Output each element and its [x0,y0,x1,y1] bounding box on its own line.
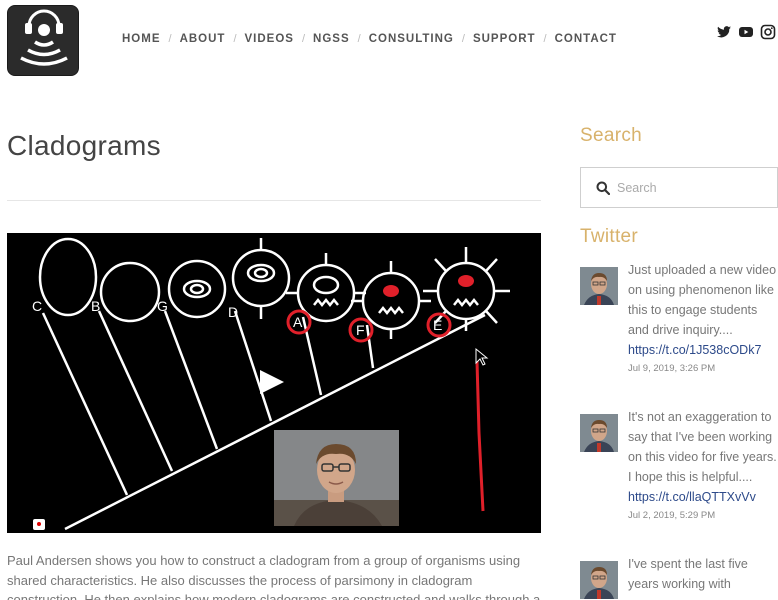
nav-videos[interactable]: VIDEOS [245,33,294,45]
social-links [716,24,776,40]
site-logo[interactable] [7,5,79,76]
youtube-icon[interactable] [738,24,754,40]
tweet-avatar[interactable] [580,561,618,599]
nav-about[interactable]: ABOUT [180,33,226,45]
tweet-avatar[interactable] [580,414,618,452]
search-box[interactable] [580,167,778,208]
tweet-avatar[interactable] [580,267,618,305]
clade-label-c: C [32,298,42,314]
search-widget-title: Search [580,125,643,146]
tweet-body: Just uploaded a new video on using pheno… [628,260,778,376]
clade-label-g: G [157,298,168,314]
play-button[interactable] [260,370,284,394]
video-description: Paul Andersen shows you how to construct… [7,553,541,600]
nav-separator: / [461,33,465,45]
video-player[interactable]: C B G D A F E [7,233,541,533]
page-title: Cladograms [7,130,161,161]
search-input[interactable] [617,168,772,207]
twitter-widget-title: Twitter [580,226,639,247]
nav-separator: / [233,33,237,45]
tweet-date[interactable]: Jul 9, 2019, 3:26 PM [628,362,778,376]
clade-label-e: E [433,317,442,333]
tweet-body: It's not an exaggeration to say that I'v… [628,407,778,523]
tweet-text: Just uploaded a new video on using pheno… [628,263,777,337]
nav-separator: / [301,33,306,45]
headphones-logo-icon [8,6,78,75]
tweet-link[interactable]: https://t.co/llaQTTXvVv [628,487,778,507]
youtube-badge-icon [33,519,45,530]
nav-separator: / [168,33,172,45]
nav-home[interactable]: HOME [122,33,161,45]
twitter-icon[interactable] [716,24,732,40]
clade-label-f: F [356,322,365,338]
nav-separator: / [357,33,361,45]
tweet-body: I've spent the last five years working w… [628,554,778,594]
tweet-text: It's not an exaggeration to say that I'v… [628,410,777,484]
presenter-video-inset [274,430,399,526]
tweet-date[interactable]: Jul 2, 2019, 5:29 PM [628,509,778,523]
tweet-link[interactable]: https://t.co/1J538cODk7 [628,340,778,360]
tweet-text: I've spent the last five years working w… [628,557,748,591]
clade-label-a: A [293,314,303,330]
nav-ngss[interactable]: NGSS [313,33,350,45]
nav-consulting[interactable]: CONSULTING [369,33,454,45]
nav-support[interactable]: SUPPORT [473,33,536,45]
title-divider [7,200,541,201]
clade-label-d: D [228,304,238,320]
nav-separator: / [543,33,547,45]
search-icon [596,181,610,195]
clade-label-b: B [91,298,100,314]
main-nav: HOME / ABOUT / VIDEOS / NGSS / CONSULTIN… [122,33,617,45]
nav-contact[interactable]: CONTACT [555,33,617,45]
instagram-icon[interactable] [760,24,776,40]
